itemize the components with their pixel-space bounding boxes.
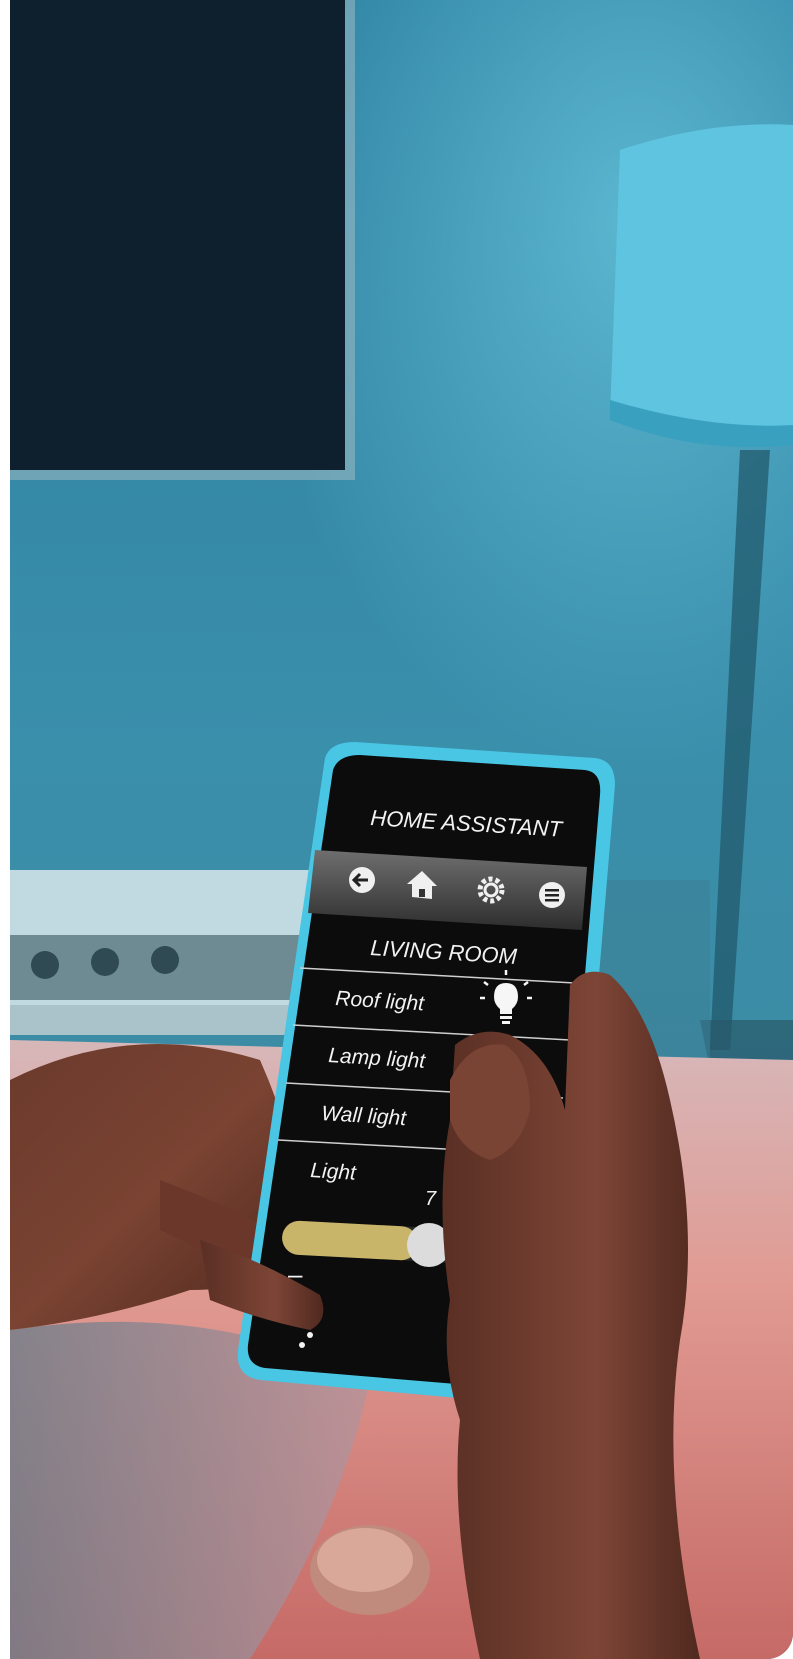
device-light[interactable]: Light — [310, 1159, 358, 1185]
photo: HOME ASSISTANT LIVING ROOM Roof light La… — [10, 0, 793, 1659]
television — [10, 0, 355, 480]
scene: HOME ASSISTANT LIVING ROOM Roof light La… — [10, 0, 793, 1659]
dot-indicator — [299, 1342, 305, 1348]
dot-indicator — [307, 1332, 313, 1338]
device-label: Light — [310, 1159, 358, 1185]
slider-value: 7 — [425, 1188, 437, 1210]
back-arrow-icon[interactable] — [349, 867, 375, 893]
right-hand — [442, 971, 700, 1659]
menu-icon[interactable] — [539, 882, 565, 908]
slider-fill — [282, 1220, 418, 1261]
